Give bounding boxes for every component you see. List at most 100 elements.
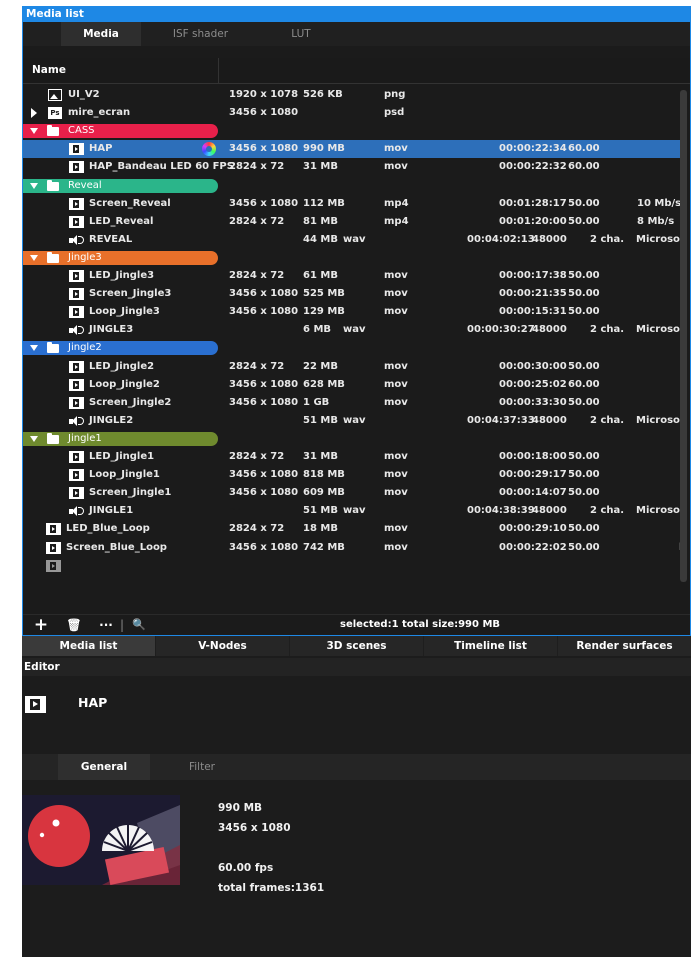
tab-media-list[interactable]: Media list <box>22 636 155 656</box>
add-icon[interactable]: + <box>33 615 49 635</box>
film-icon <box>69 197 84 210</box>
media-type: mov <box>384 270 408 281</box>
tab-v-nodes[interactable]: V-Nodes <box>156 636 289 656</box>
collapse-arrow-icon[interactable] <box>30 254 38 261</box>
folder-row[interactable]: Jingle2 <box>23 339 683 357</box>
color-wheel-icon[interactable] <box>202 142 216 157</box>
search-icon[interactable]: 🔍 <box>131 615 147 635</box>
media-size: 742 MB <box>303 541 345 553</box>
media-row[interactable]: UI_V2 1920 x 1078 526 KB png <box>23 86 683 104</box>
media-resolution: 2824 x 72 <box>229 360 285 372</box>
tab-media[interactable]: Media <box>61 22 141 46</box>
media-row[interactable]: Screen_Reveal 3456 x 1080 112 MB mp4 00:01:2… <box>23 195 683 213</box>
media-name: LED_Jingle3 <box>89 270 155 281</box>
collapse-arrow-icon[interactable] <box>30 182 38 189</box>
audio-row[interactable]: JINGLE2 51 MB wav 00:04:37:33 48000 2 cha. Mic… <box>23 412 683 430</box>
media-row[interactable]: Loop_Jingle1 3456 x 1080 818 MB mov 00:00:29… <box>23 466 683 484</box>
media-type: mov <box>384 378 408 390</box>
media-row[interactable]: Screen_Jingle2 3456 x 1080 1 GB mov 00:00:33… <box>23 394 683 412</box>
window-title: Media list <box>22 6 691 22</box>
media-type: wav <box>343 414 366 426</box>
trash-icon[interactable]: 🗑 <box>66 615 82 635</box>
media-fps: 50.00 <box>568 215 600 227</box>
speaker-icon <box>69 234 85 245</box>
media-size: 18 MB <box>303 523 338 535</box>
media-row[interactable]: Loop_Jingle3 3456 x 1080 129 MB mov 00:00:15… <box>23 303 683 321</box>
tab-3d-scenes[interactable]: 3D scenes <box>290 636 423 656</box>
media-size: 525 MB <box>303 288 345 300</box>
media-size: 81 MB <box>303 215 338 227</box>
media-row[interactable]: LED_Jingle2 2824 x 72 22 MB mov 00:00:30:00 5… <box>23 358 683 376</box>
media-list-panel: Media ISF shader LUT Name UI_V2 1920 x 10… <box>22 22 691 636</box>
media-size: 44 MB <box>303 233 338 245</box>
folder-row[interactable]: CASS <box>23 122 683 140</box>
media-fps: 50.00 <box>568 288 600 300</box>
media-resolution: 3456 x 1080 <box>229 107 299 119</box>
media-row[interactable]: Screen_Jingle3 3456 x 1080 525 MB mov 00:00:… <box>23 285 683 303</box>
media-row-clipped[interactable] <box>23 557 683 575</box>
audio-channels: 2 cha. <box>590 414 625 426</box>
media-duration: 00:00:17:38 <box>499 270 567 281</box>
folder-icon <box>47 251 59 263</box>
media-fps: 50.00 <box>568 523 600 535</box>
media-resolution: 2824 x 72 <box>229 215 285 227</box>
media-row[interactable]: Ps mire_ecran 3456 x 1080 psd <box>23 104 683 122</box>
tab-timeline-list[interactable]: Timeline list <box>424 636 557 656</box>
media-row[interactable]: LED_Reveal 2824 x 72 81 MB mp4 00:01:20:00 50… <box>23 213 683 231</box>
tab-general[interactable]: General <box>58 754 150 780</box>
media-name: Loop_Jingle1 <box>89 469 160 481</box>
tab-lut[interactable]: LUT <box>261 22 341 46</box>
folder-row[interactable]: Jingle3 <box>23 249 683 267</box>
media-row[interactable]: LED_Jingle3 2824 x 72 61 MB mov 00:00:17:38 5… <box>23 267 683 285</box>
media-size: 51 MB <box>303 414 338 426</box>
folder-row[interactable]: Jingle1 <box>23 430 683 448</box>
folder-icon <box>47 125 59 137</box>
media-duration: 00:00:15:31 <box>499 306 567 318</box>
media-name: REVEAL <box>89 233 133 245</box>
media-size: 6 MB <box>303 324 332 336</box>
tab-isf-shader[interactable]: ISF shader <box>153 22 248 46</box>
tab-render-surfaces[interactable]: Render surfaces <box>558 636 691 656</box>
media-type: mov <box>384 469 408 481</box>
collapse-arrow-icon[interactable] <box>30 345 38 352</box>
folder-row[interactable]: Reveal <box>23 177 683 195</box>
film-icon <box>69 270 84 282</box>
more-icon[interactable]: ··· <box>97 615 115 635</box>
media-type: mov <box>384 541 408 553</box>
media-duration: 00:00:14:07 <box>499 487 567 499</box>
media-fps: 50.00 <box>568 360 600 372</box>
media-fps: 50.00 <box>568 270 600 281</box>
media-duration: 00:00:22:34 <box>499 143 567 155</box>
media-tabs: Media ISF shader LUT <box>23 22 690 46</box>
bottom-tab-bar: Media list V-Nodes 3D scenes Timeline li… <box>22 636 691 656</box>
media-row[interactable]: Loop_Jingle2 3456 x 1080 628 MB mov 00:00:25… <box>23 376 683 394</box>
media-name: JINGLE1 <box>89 505 134 517</box>
media-row[interactable]: LED_Jingle1 2824 x 72 31 MB mov 00:00:18:00 5… <box>23 448 683 466</box>
media-type: mov <box>384 161 408 173</box>
folder-color-bar: Reveal <box>23 178 218 193</box>
media-row[interactable]: Screen_Blue_Loop 3456 x 1080 742 MB mov 00:0… <box>23 539 683 557</box>
media-row[interactable]: LED_Blue_Loop 2824 x 72 18 MB mov 00:00:29:1… <box>23 520 683 538</box>
folder-icon <box>47 342 59 354</box>
media-resolution: 2824 x 72 <box>229 523 285 535</box>
media-fps: 50.00 <box>568 487 600 499</box>
collapse-arrow-icon[interactable] <box>30 435 38 442</box>
audio-row[interactable]: JINGLE3 6 MB wav 00:00:30:27 48000 2 cha. Micr… <box>23 321 683 339</box>
audio-row[interactable]: JINGLE1 51 MB wav 00:04:38:39 48000 2 cha. Mic… <box>23 502 683 520</box>
media-row[interactable]: HAP 3456 x 1080 990 MB mov 00:00:22:34 60.00 <box>23 140 683 159</box>
media-fps: 50.00 <box>568 396 600 408</box>
media-resolution: 3456 x 1080 <box>229 541 299 553</box>
expand-arrow-icon[interactable] <box>31 108 37 119</box>
column-separator[interactable] <box>218 58 219 84</box>
media-row[interactable]: HAP_Bandeau LED 60 FPS 2824 x 72 31 MB mov 0… <box>23 158 683 176</box>
vertical-scrollbar[interactable] <box>680 90 687 582</box>
media-row[interactable]: Screen_Jingle1 3456 x 1080 609 MB mov 00:00:… <box>23 484 683 502</box>
audio-row[interactable]: REVEAL 44 MB wav 00:04:02:13 48000 2 cha. Micr… <box>23 231 683 249</box>
collapse-arrow-icon[interactable] <box>30 128 38 135</box>
media-type: mov <box>384 143 408 155</box>
column-name-header[interactable]: Name <box>32 64 66 76</box>
editor-title: Editor <box>22 658 691 676</box>
media-name: Screen_Jingle3 <box>89 288 172 300</box>
media-type: wav <box>343 233 366 245</box>
tab-filter[interactable]: Filter <box>162 754 242 780</box>
